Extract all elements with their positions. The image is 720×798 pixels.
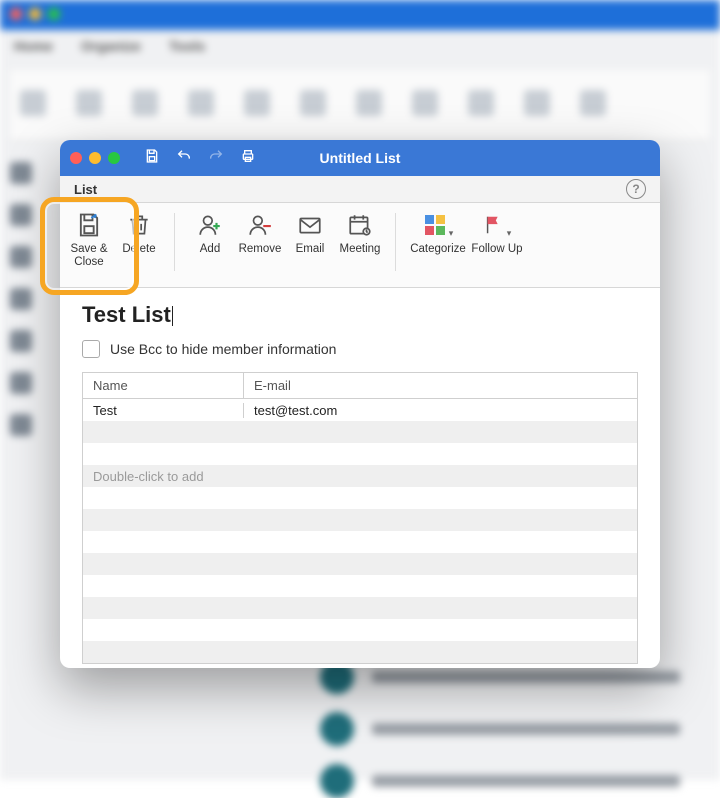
table-row[interactable] [83, 531, 637, 553]
table-row[interactable] [83, 619, 637, 641]
table-row[interactable]: Test test@test.com [83, 399, 637, 421]
calendar-meeting-icon [347, 211, 373, 239]
remove-button[interactable]: Remove [235, 209, 285, 256]
save-close-button[interactable]: Save & Close [64, 209, 114, 269]
close-window-icon[interactable] [70, 152, 82, 164]
help-icon[interactable]: ? [626, 179, 646, 199]
chevron-down-icon: ▾ [449, 228, 454, 239]
table-row[interactable] [83, 597, 637, 619]
remove-person-icon [247, 211, 273, 239]
table-header: Name E-mail [83, 373, 637, 399]
cell-name: Test [83, 403, 244, 418]
list-editor-body: Test List Use Bcc to hide member informa… [60, 288, 660, 668]
add-button[interactable]: Add [185, 209, 235, 256]
chevron-down-icon: ▾ [507, 228, 512, 239]
table-row[interactable] [83, 509, 637, 531]
bcc-label: Use Bcc to hide member information [110, 341, 336, 357]
add-person-icon [197, 211, 223, 239]
bcc-checkbox[interactable] [82, 340, 100, 358]
envelope-icon [297, 211, 323, 239]
bg-traffic-lights [10, 8, 60, 20]
redo-icon[interactable] [208, 148, 224, 169]
meeting-button[interactable]: Meeting [335, 209, 385, 256]
table-row[interactable] [83, 575, 637, 597]
categorize-icon: ▾ [423, 211, 454, 239]
ribbon-tab-list[interactable]: List [74, 182, 97, 197]
email-button[interactable]: Email [285, 209, 335, 256]
save-icon[interactable] [144, 148, 160, 169]
zoom-window-icon[interactable] [108, 152, 120, 164]
table-row[interactable] [83, 443, 637, 465]
follow-up-button[interactable]: ▾ Follow Up [470, 209, 524, 256]
undo-icon[interactable] [176, 148, 192, 169]
save-close-icon [75, 211, 103, 239]
col-header-email[interactable]: E-mail [244, 373, 637, 398]
table-row[interactable] [83, 641, 637, 663]
table-row[interactable] [83, 421, 637, 443]
categorize-button[interactable]: ▾ Categorize [406, 209, 470, 256]
minimize-window-icon[interactable] [89, 152, 101, 164]
trash-icon [126, 211, 152, 239]
members-table: Name E-mail Test test@test.com Double-cl… [82, 372, 638, 664]
contact-list-window: Untitled List List ? Save & Close Delete [60, 140, 660, 668]
table-row[interactable] [83, 487, 637, 509]
window-titlebar: Untitled List [60, 140, 660, 176]
traffic-lights[interactable] [70, 152, 120, 164]
add-row-placeholder[interactable]: Double-click to add [83, 465, 637, 487]
flag-icon: ▾ [483, 211, 512, 239]
ribbon: Save & Close Delete Add Remove [60, 203, 660, 288]
col-header-name[interactable]: Name [83, 373, 244, 398]
table-row[interactable] [83, 553, 637, 575]
delete-button[interactable]: Delete [114, 209, 164, 256]
print-icon[interactable] [240, 148, 256, 169]
cell-email: test@test.com [244, 403, 637, 418]
list-name-input[interactable]: Test List [82, 302, 638, 328]
